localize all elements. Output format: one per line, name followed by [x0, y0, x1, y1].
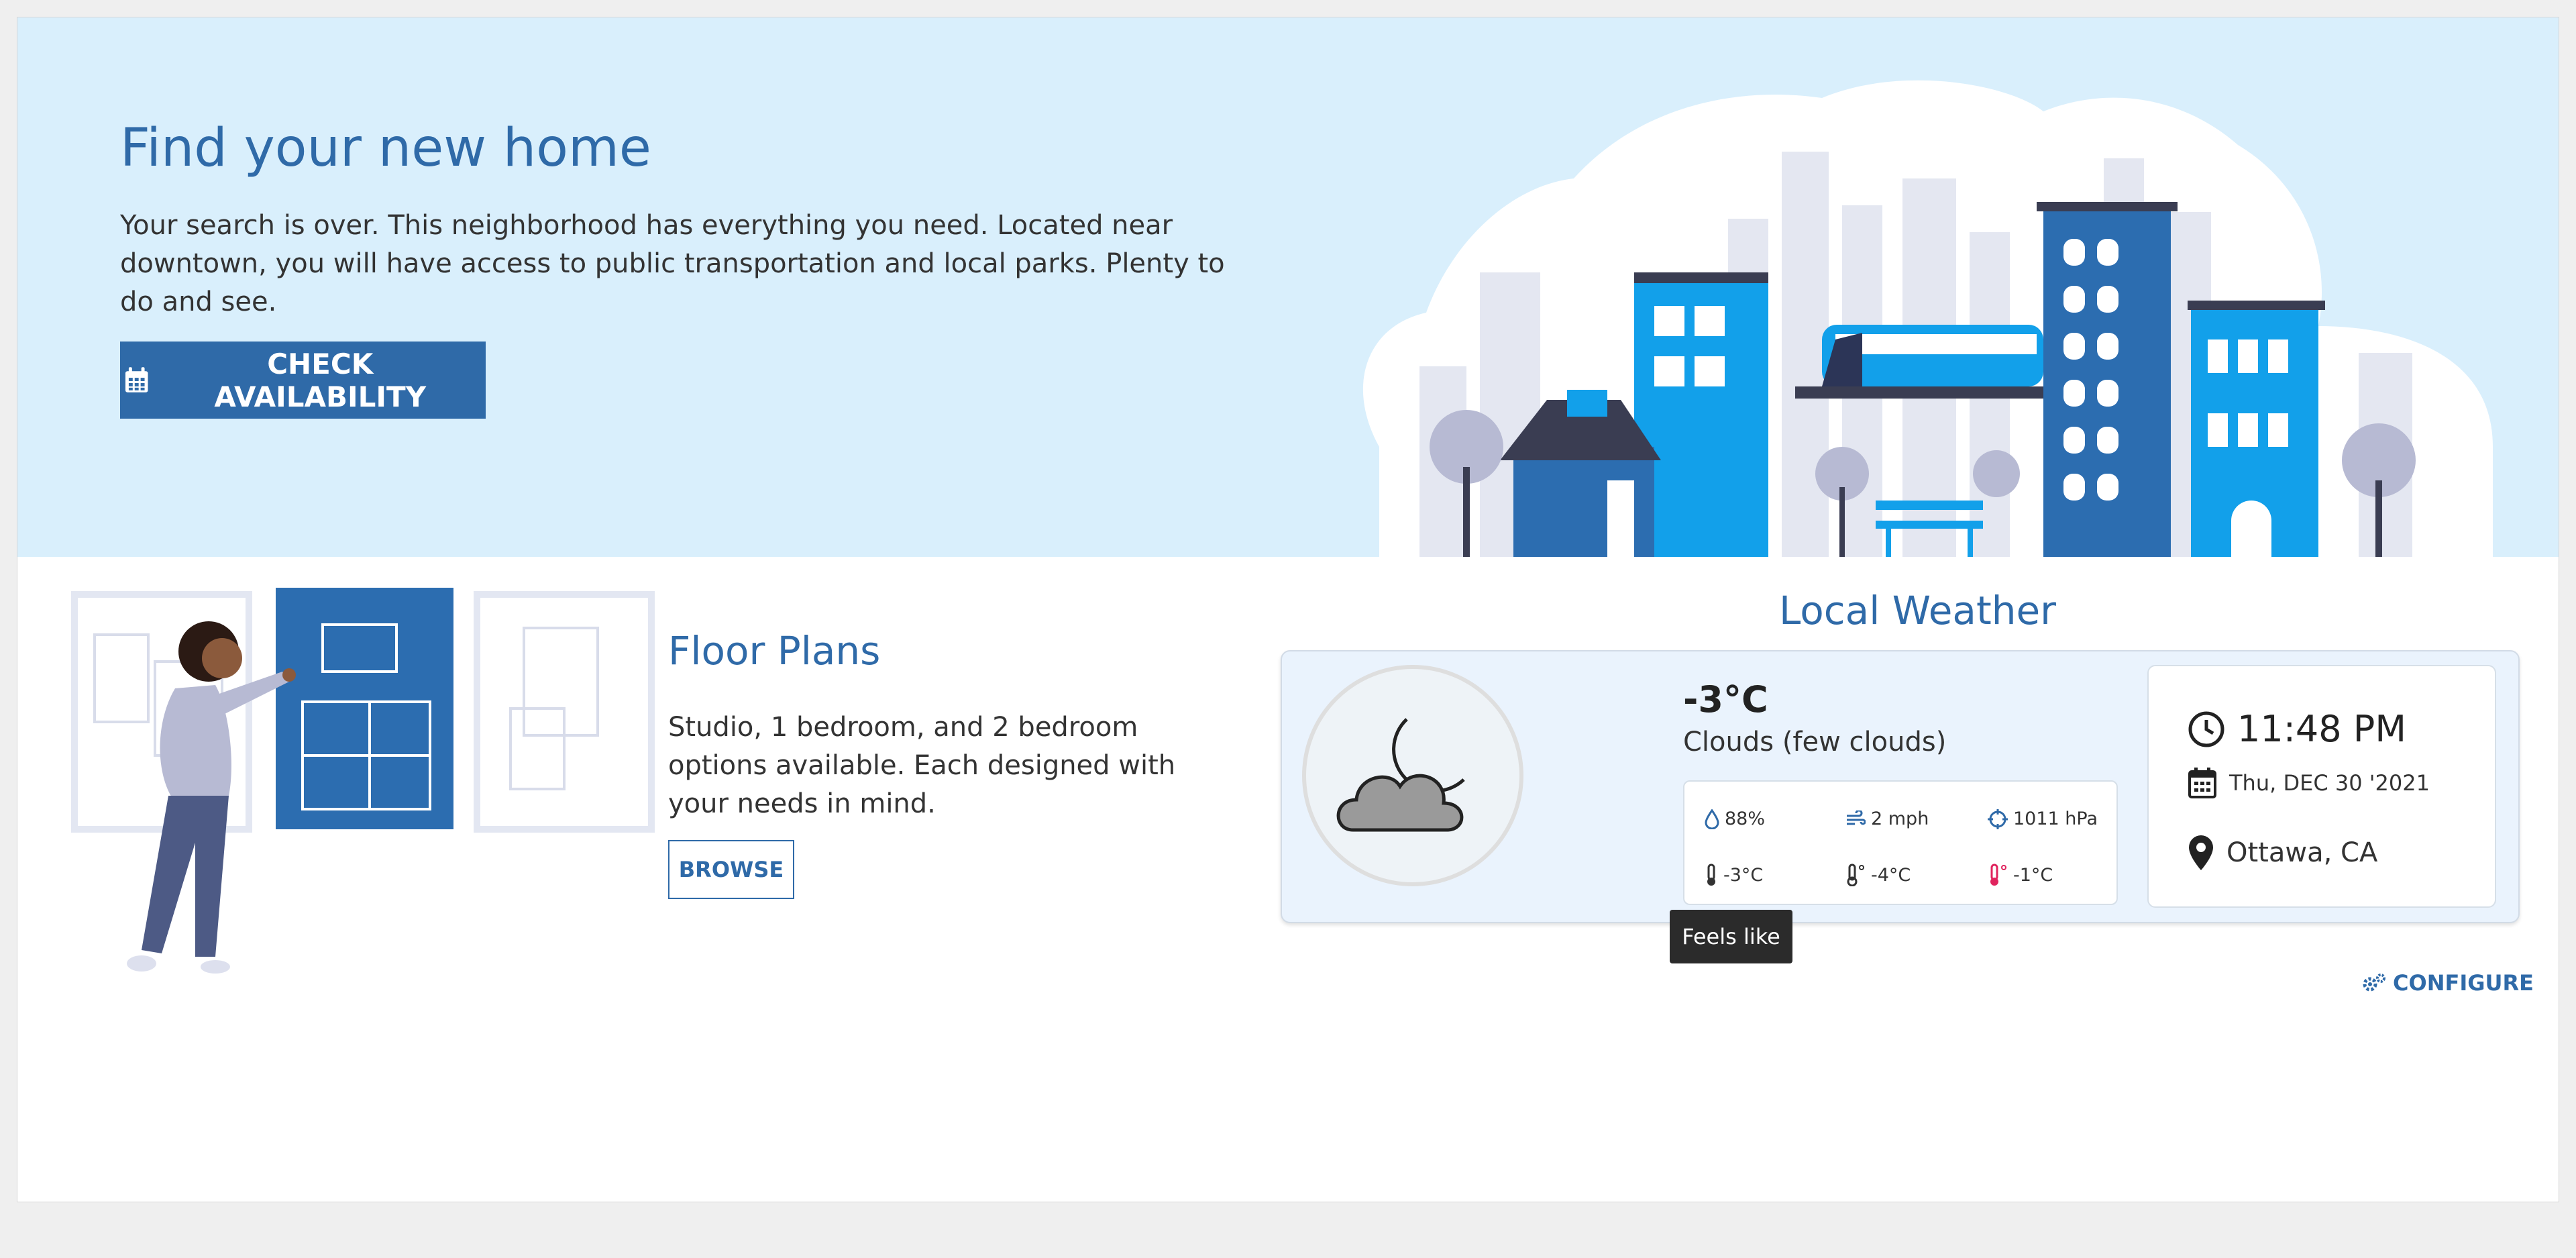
- feels-like-stat[interactable]: -3°C: [1705, 863, 1763, 886]
- humidity-stat: 88%: [1705, 808, 1765, 829]
- time-location-panel: 11:48 PM Thu, DEC 30 '2021 Ottawa, CA: [2147, 665, 2496, 908]
- weather-title: Local Weather: [1779, 588, 2056, 633]
- browse-button[interactable]: BROWSE: [668, 840, 794, 899]
- humidity-value: 88%: [1725, 808, 1766, 829]
- floor-plans-title: Floor Plans: [668, 628, 881, 674]
- thermometer-low-icon: [1847, 863, 1864, 886]
- weather-icon-circle: [1302, 665, 1523, 886]
- weather-description: Clouds (few clouds): [1683, 727, 1947, 757]
- map-pin-icon: [2189, 835, 2213, 870]
- partly-cloudy-night-icon: [1336, 718, 1465, 832]
- thermometer-icon: [1707, 863, 1715, 886]
- page-container: Find your new home Your search is over. …: [17, 17, 2559, 1202]
- min-temp-stat: -4°C: [1845, 863, 1911, 886]
- floor-plans-illustration: [71, 588, 655, 974]
- location-row: Ottawa, CA: [2188, 834, 2377, 872]
- configure-link[interactable]: CONFIGURE: [2362, 970, 2534, 996]
- max-temp-stat: -1°C: [1988, 863, 2053, 886]
- current-temperature: -3°C: [1683, 678, 1768, 721]
- hero-description: Your search is over. This neighborhood h…: [120, 210, 1225, 317]
- min-temp-value: -4°C: [1871, 864, 1911, 886]
- calendar-icon: [125, 366, 148, 392]
- current-date: Thu, DEC 30 '2021: [2229, 770, 2430, 796]
- calendar-icon: [2188, 768, 2216, 798]
- gears-icon: [2363, 974, 2385, 992]
- wind-stat: 2 mph: [1845, 808, 1929, 829]
- hero-banner: Find your new home Your search is over. …: [17, 17, 2559, 557]
- city-illustration: [1362, 80, 2493, 557]
- clock-row: 11:48 PM: [2188, 708, 2406, 750]
- max-temp-value: -1°C: [2013, 864, 2053, 886]
- pressure-stat: 1011 hPa: [1988, 808, 2098, 829]
- feels-like-tooltip: Feels like: [1670, 910, 1792, 963]
- wind-value: 2 mph: [1871, 808, 1929, 829]
- clock-icon: [2188, 711, 2224, 747]
- weather-card: -3°C Clouds (few clouds) 88% 2 mph 1011 …: [1281, 650, 2520, 923]
- pressure-value: 1011 hPa: [2013, 808, 2098, 829]
- weather-stats-panel: 88% 2 mph 1011 hPa -3°C -4°C -1°C: [1683, 780, 2118, 905]
- check-availability-button[interactable]: CHECK AVAILABILITY: [120, 342, 486, 419]
- configure-label: CONFIGURE: [2393, 970, 2534, 996]
- pressure-icon: [1988, 808, 2008, 829]
- location-name: Ottawa, CA: [2226, 837, 2378, 868]
- check-availability-label: CHECK AVAILABILITY: [214, 347, 427, 413]
- feels-like-value: -3°C: [1723, 864, 1764, 886]
- hero-title: Find your new home: [120, 118, 651, 178]
- humidity-icon: [1705, 808, 1719, 829]
- date-row: Thu, DEC 30 '2021: [2188, 767, 2430, 799]
- wind-icon: [1847, 810, 1866, 825]
- floor-plans-description: Studio, 1 bedroom, and 2 bedroom options…: [668, 712, 1176, 819]
- thermometer-high-icon: [1990, 863, 2006, 886]
- current-time: 11:48 PM: [2237, 708, 2406, 750]
